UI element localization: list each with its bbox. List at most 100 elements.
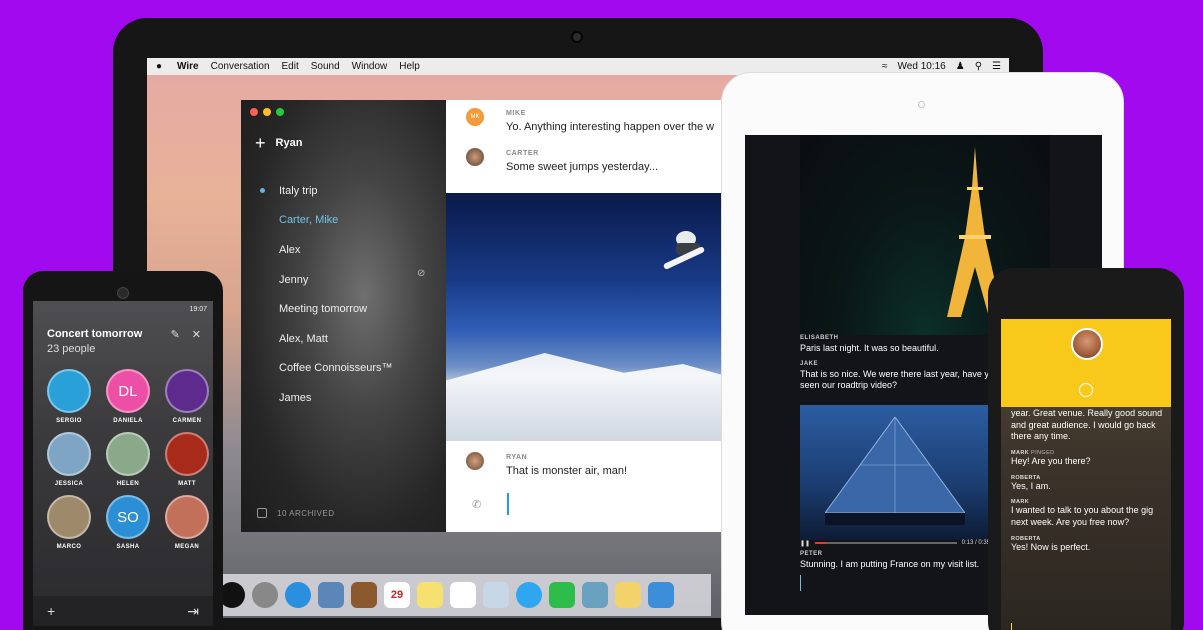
launchpad-icon[interactable] — [252, 582, 278, 608]
leave-group-icon[interactable]: ⇥ — [187, 603, 199, 620]
participant[interactable]: DL DANIELA — [104, 369, 152, 424]
message-text: That is so nice. We were there last year… — [800, 368, 999, 391]
avatar — [165, 432, 209, 476]
conversation-item[interactable]: Alex — [279, 235, 393, 265]
participant-name: DANIELA — [113, 418, 143, 424]
menu-help[interactable]: Help — [393, 61, 426, 72]
menubar-clock[interactable]: Wed 10:16 — [898, 61, 946, 72]
menu-sound[interactable]: Sound — [305, 61, 346, 72]
menu-window[interactable]: Window — [346, 61, 394, 72]
self-user-name[interactable]: Ryan — [276, 137, 303, 149]
call-banner — [1001, 319, 1171, 407]
facetime-icon[interactable] — [549, 582, 575, 608]
message-composer[interactable]: ✆ — [472, 493, 510, 515]
spotlight-icon[interactable]: ⚲ — [975, 61, 982, 72]
avatar[interactable]: MK — [466, 108, 484, 126]
conversation-item[interactable]: Jenny — [279, 265, 393, 295]
participant[interactable]: SO SASHA — [104, 495, 152, 550]
pause-icon[interactable]: ❚❚ — [800, 540, 810, 547]
conversation-name: Jenny — [279, 273, 309, 286]
message: CARTER Some sweet jumps yesterday... — [466, 148, 658, 173]
message: JAKE That is so nice. We were there last… — [800, 361, 999, 392]
participant[interactable]: JESSICA — [45, 432, 93, 487]
add-participant-icon[interactable]: + — [47, 603, 55, 619]
maps-icon[interactable] — [483, 582, 509, 608]
menu-wire[interactable]: Wire — [171, 61, 205, 72]
tablet-camera — [918, 101, 925, 108]
archive-icon — [257, 508, 267, 518]
avatar — [165, 495, 209, 539]
participant[interactable]: MATT — [163, 432, 211, 487]
menu-conversation[interactable]: Conversation — [205, 61, 276, 72]
close-window-button[interactable] — [250, 108, 258, 116]
user-icon[interactable]: ♟ — [956, 61, 965, 72]
calendar-icon[interactable]: 29 — [384, 582, 410, 608]
laptop-camera — [571, 31, 583, 43]
message-text: Yes! Now is perfect. — [1011, 541, 1091, 552]
participant-name: MARCO — [56, 544, 82, 550]
conversation-item-active[interactable]: Carter, Mike — [279, 206, 393, 236]
notes-icon[interactable] — [417, 582, 443, 608]
participant[interactable]: HELEN — [104, 432, 152, 487]
group-bottom-bar: + ⇥ — [33, 596, 213, 626]
keynote-icon[interactable] — [648, 582, 674, 608]
minimize-window-button[interactable] — [263, 108, 271, 116]
avatar — [106, 432, 150, 476]
participant[interactable]: CARMEN — [163, 369, 211, 424]
plus-icon[interactable]: + — [255, 134, 266, 152]
group-header: Concert tomorrow 23 people — [47, 328, 142, 355]
louvre-video[interactable] — [800, 405, 990, 540]
group-header-actions: ✎ ✕ — [171, 328, 201, 341]
pages-icon[interactable] — [615, 582, 641, 608]
archived-button[interactable]: 10 ARCHIVED — [257, 508, 335, 518]
avatar[interactable] — [466, 148, 484, 166]
conversation-item[interactable]: Meeting tomorrow — [279, 294, 393, 324]
avatar: DL — [106, 369, 150, 413]
message-sender: RYAN — [506, 454, 528, 461]
messages-icon[interactable] — [516, 582, 542, 608]
participant[interactable]: MEGAN — [163, 495, 211, 550]
avatar[interactable] — [1071, 328, 1103, 360]
video-progress-bar[interactable] — [815, 542, 957, 544]
call-control-icon[interactable] — [1079, 383, 1093, 397]
participant[interactable]: SERGIO — [45, 369, 93, 424]
message-text: Some sweet jumps yesterday... — [506, 161, 659, 173]
message-text: Yo. Anything interesting happen over the… — [506, 121, 715, 133]
close-icon[interactable]: ✕ — [192, 328, 201, 341]
safari-icon[interactable] — [285, 582, 311, 608]
call-icon[interactable]: ✆ — [472, 498, 481, 511]
conversation-item[interactable]: Italy trip — [260, 176, 393, 206]
avatar — [165, 369, 209, 413]
conversation-item[interactable]: James — [279, 383, 393, 413]
participant-name: MATT — [178, 481, 196, 487]
edit-icon[interactable]: ✎ — [171, 328, 180, 341]
conversation-sidebar: + Ryan Italy trip Carter, Mike Alex Jenn… — [241, 100, 446, 532]
text-cursor[interactable] — [800, 575, 801, 591]
zoom-window-button[interactable] — [276, 108, 284, 116]
apple-icon[interactable]: ● — [147, 61, 171, 72]
photo-booth-icon[interactable] — [582, 582, 608, 608]
text-cursor[interactable] — [1011, 623, 1012, 630]
conversation-item[interactable]: Alex, Matt — [279, 324, 393, 354]
mail-icon[interactable] — [318, 582, 344, 608]
contacts-icon[interactable] — [351, 582, 377, 608]
message-text: Yes, I am. — [1011, 480, 1051, 491]
sidebar-header: + Ryan — [255, 134, 302, 152]
reminders-icon[interactable] — [450, 582, 476, 608]
message-sender: ELISABETH — [800, 335, 839, 341]
menu-edit[interactable]: Edit — [276, 61, 305, 72]
participant-name: CARMEN — [172, 418, 202, 424]
wifi-icon[interactable]: ≈ — [882, 61, 888, 72]
participant[interactable]: MARCO — [45, 495, 93, 550]
message-sender: MIKE — [506, 110, 526, 117]
avatar[interactable] — [466, 452, 484, 470]
avatar — [47, 432, 91, 476]
message-sender: CARTER — [506, 150, 539, 157]
conversation-item[interactable]: Coffee Connoisseurs™ — [279, 354, 393, 384]
video-controls: ❚❚ 0:13 / 0:35 — [800, 537, 990, 549]
participants-grid: SERGIO DL DANIELA CARMEN JESSICA HELEN MA… — [45, 369, 211, 550]
louvre-pyramid-figure — [825, 417, 965, 525]
android-phone: 19:07 Concert tomorrow 23 people ✎ ✕ SER… — [23, 271, 223, 630]
notification-center-icon[interactable]: ☰ — [992, 61, 1001, 72]
avatar: SO — [106, 495, 150, 539]
